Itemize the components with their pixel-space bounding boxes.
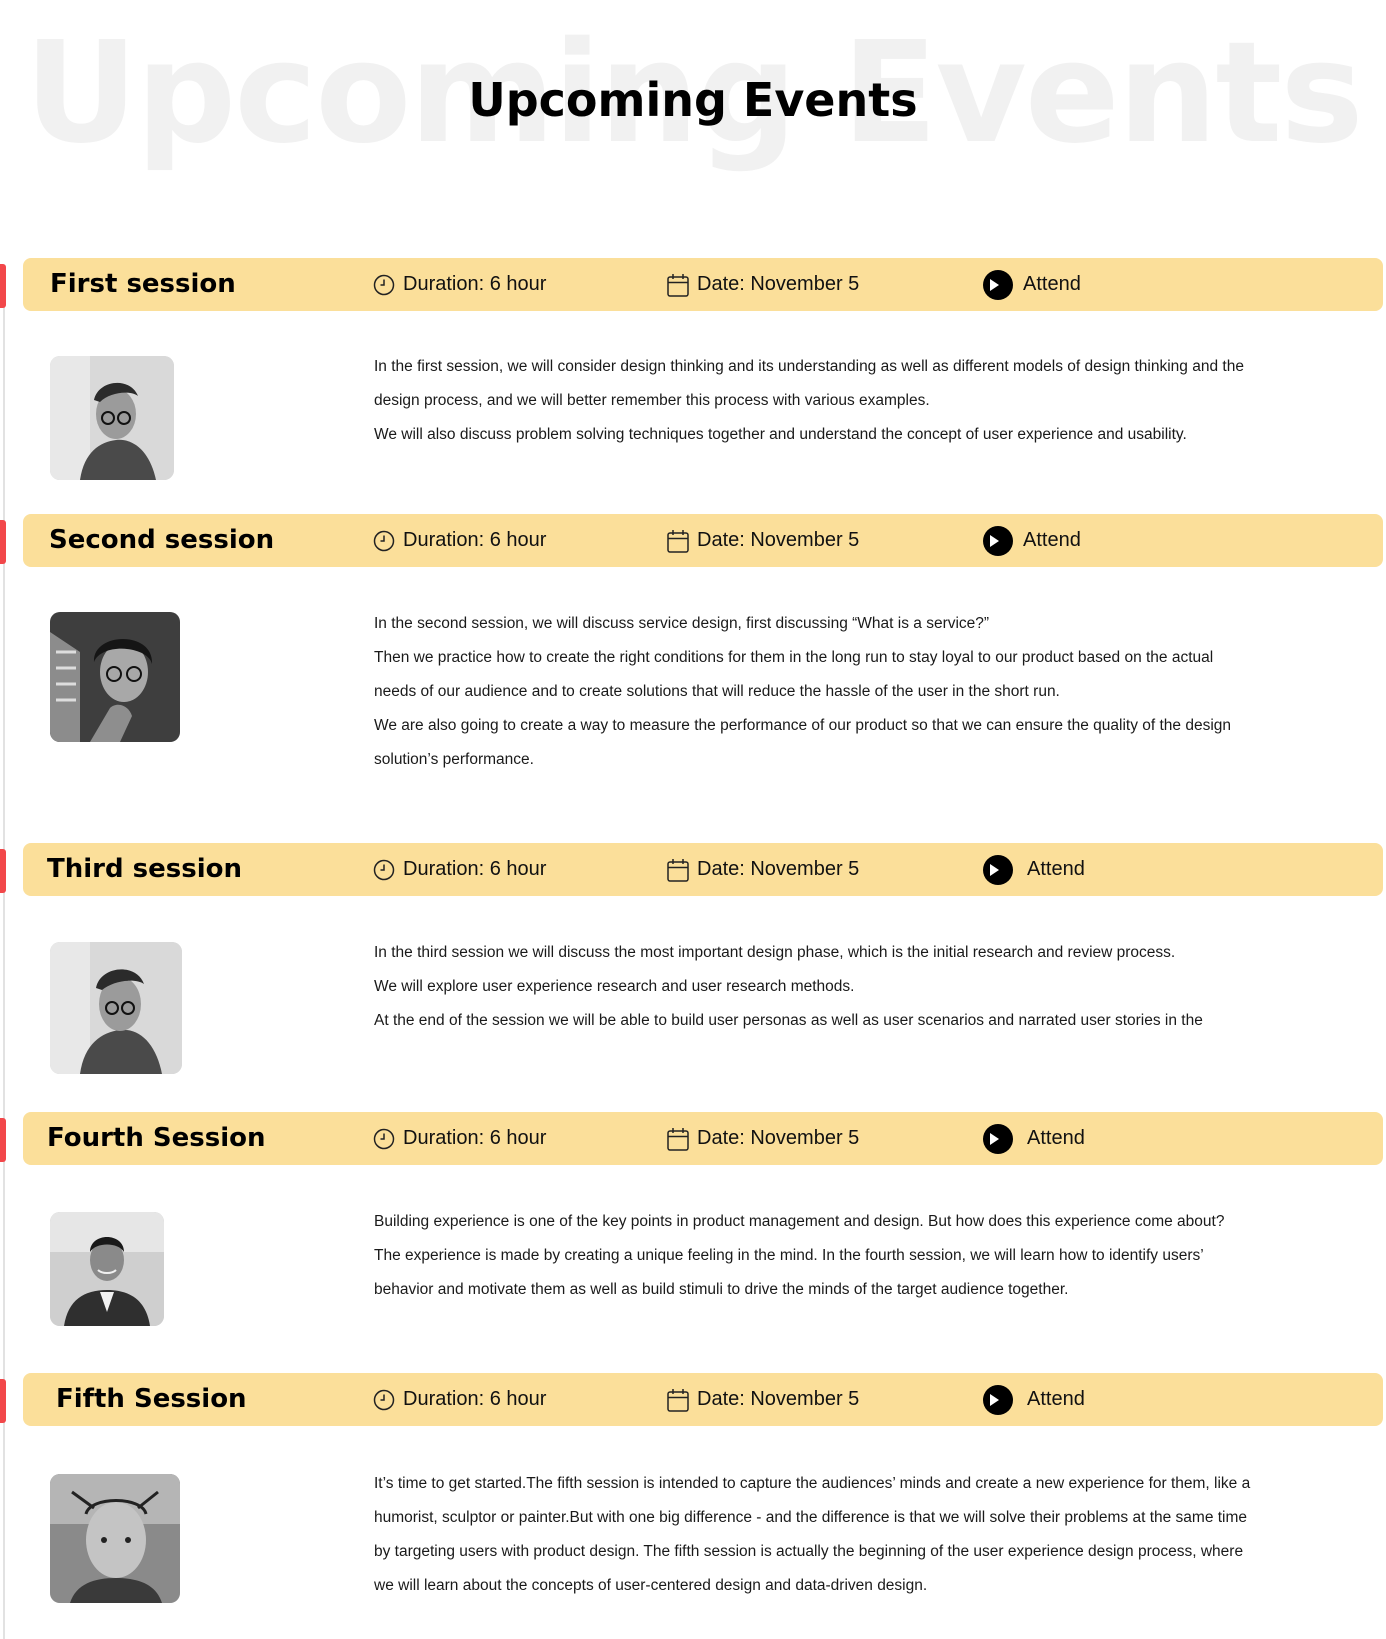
calendar-icon <box>667 858 689 882</box>
session-header-3: Third session Duration: 6 hour Date: Nov… <box>23 843 1383 896</box>
timeline-marker <box>0 520 6 564</box>
session-description: In the third session we will discuss the… <box>374 936 1254 1038</box>
session-header-4: Fourth Session Duration: 6 hour Date: No… <box>23 1112 1383 1165</box>
date-text: Date: November 5 <box>697 858 860 880</box>
description-paragraph: In the third session we will discuss the… <box>374 944 1176 961</box>
date-info: Date: November 5 <box>667 843 859 896</box>
description-paragraph: In the second session, we will discuss s… <box>374 615 990 632</box>
timeline-line <box>3 272 5 1639</box>
session-header-1: First session Duration: 6 hour Date: Nov… <box>23 258 1383 311</box>
play-icon <box>983 1123 1013 1154</box>
calendar-icon <box>667 1127 689 1151</box>
description-paragraph: We are also going to create a way to mea… <box>374 717 1232 768</box>
date-text: Date: November 5 <box>697 1388 860 1410</box>
attend-button[interactable]: Attend <box>983 514 1081 567</box>
duration-info: Duration: 6 hour <box>373 1373 546 1426</box>
attend-label: Attend <box>1027 1388 1085 1410</box>
calendar-icon <box>667 273 689 297</box>
description-paragraph: The experience is made by creating a uni… <box>374 1247 1204 1298</box>
page-header: Upcoming Events Upcoming Events <box>0 0 1386 200</box>
session-title: First session <box>50 269 236 299</box>
session-header-2: Second session Duration: 6 hour Date: No… <box>23 514 1383 567</box>
description-paragraph: Building experience is one of the key po… <box>374 1213 1225 1230</box>
description-paragraph: At the end of the session we will be abl… <box>374 1012 1203 1029</box>
timeline-marker <box>0 1118 6 1162</box>
presenter-avatar <box>50 356 174 480</box>
duration-text: Duration: 6 hour <box>403 1388 547 1410</box>
calendar-icon <box>667 1388 689 1412</box>
date-text: Date: November 5 <box>697 529 860 551</box>
date-text: Date: November 5 <box>697 1127 860 1149</box>
description-paragraph: We will also discuss problem solving tec… <box>374 426 1187 443</box>
clock-icon <box>373 1389 395 1410</box>
session-header-5: Fifth Session Duration: 6 hour Date: Nov… <box>23 1373 1383 1426</box>
description-paragraph: Then we practice how to create the right… <box>374 649 1214 700</box>
attend-label: Attend <box>1023 273 1081 295</box>
attend-label: Attend <box>1027 858 1085 880</box>
session-description: It’s time to get started.The fifth sessi… <box>374 1467 1254 1603</box>
attend-button[interactable]: Attend <box>983 1373 1085 1426</box>
duration-text: Duration: 6 hour <box>403 1127 547 1149</box>
duration-info: Duration: 6 hour <box>373 258 546 311</box>
duration-info: Duration: 6 hour <box>373 514 546 567</box>
calendar-icon <box>667 529 689 553</box>
presenter-avatar <box>50 612 180 742</box>
clock-icon <box>373 1128 395 1149</box>
presenter-avatar <box>50 1474 180 1603</box>
duration-text: Duration: 6 hour <box>403 858 547 880</box>
presenter-photo-icon <box>50 1474 180 1603</box>
duration-info: Duration: 6 hour <box>373 843 546 896</box>
timeline-marker <box>0 849 6 893</box>
duration-text: Duration: 6 hour <box>403 529 547 551</box>
duration-text: Duration: 6 hour <box>403 273 547 295</box>
session-title: Third session <box>47 854 242 884</box>
presenter-photo-icon <box>50 356 174 480</box>
presenter-avatar <box>50 942 182 1074</box>
clock-icon <box>373 530 395 551</box>
timeline-marker <box>0 264 6 308</box>
timeline-marker <box>0 1379 6 1423</box>
session-description: In the second session, we will discuss s… <box>374 607 1254 777</box>
presenter-photo-icon <box>50 1212 164 1326</box>
attend-button[interactable]: Attend <box>983 258 1081 311</box>
description-paragraph: It’s time to get started.The fifth sessi… <box>374 1475 1251 1594</box>
date-info: Date: November 5 <box>667 1373 859 1426</box>
date-info: Date: November 5 <box>667 258 859 311</box>
attend-button[interactable]: Attend <box>983 843 1085 896</box>
attend-label: Attend <box>1023 529 1081 551</box>
play-icon <box>983 854 1013 885</box>
play-icon <box>983 1384 1013 1415</box>
date-info: Date: November 5 <box>667 514 859 567</box>
clock-icon <box>373 274 395 295</box>
session-description: In the first session, we will consider d… <box>374 350 1254 452</box>
date-info: Date: November 5 <box>667 1112 859 1165</box>
session-title: Second session <box>49 525 275 555</box>
session-description: Building experience is one of the key po… <box>374 1205 1254 1307</box>
presenter-avatar <box>50 1212 164 1326</box>
attend-label: Attend <box>1027 1127 1085 1149</box>
description-paragraph: We will explore user experience research… <box>374 978 855 995</box>
play-icon <box>983 525 1013 556</box>
attend-button[interactable]: Attend <box>983 1112 1085 1165</box>
session-title: Fifth Session <box>56 1384 247 1414</box>
clock-icon <box>373 859 395 880</box>
play-icon <box>983 269 1013 300</box>
page-title: Upcoming Events <box>468 73 918 127</box>
description-paragraph: In the first session, we will consider d… <box>374 358 1244 409</box>
session-title: Fourth Session <box>47 1123 266 1153</box>
presenter-photo-icon <box>50 942 182 1074</box>
duration-info: Duration: 6 hour <box>373 1112 546 1165</box>
presenter-photo-icon <box>50 612 180 742</box>
date-text: Date: November 5 <box>697 273 860 295</box>
